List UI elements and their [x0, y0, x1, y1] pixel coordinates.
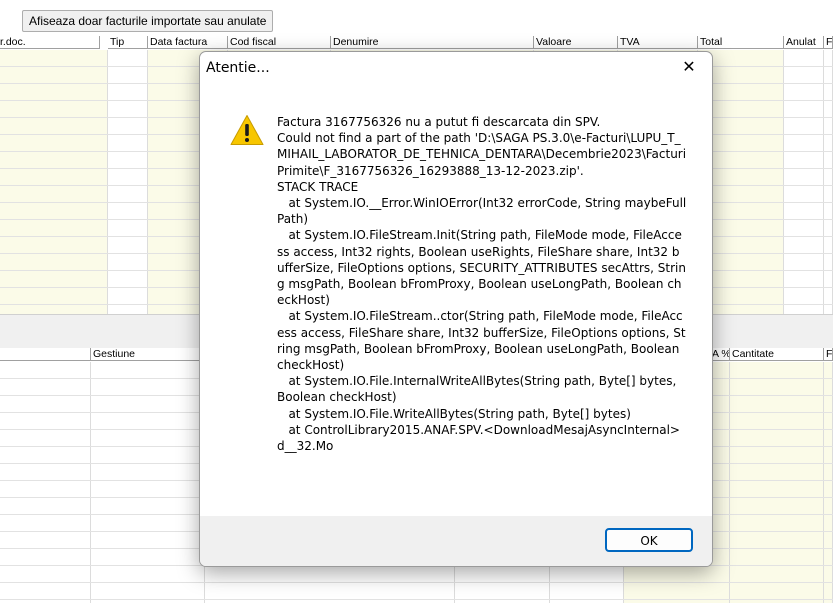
column-header[interactable]: Total	[698, 36, 784, 49]
error-dialog: Atentie... ✕ Factura 3167756326 nu a put…	[199, 51, 713, 567]
column-header[interactable]: F	[824, 36, 833, 49]
show-imported-or-canceled-button[interactable]: Afiseaza doar facturile importate sau an…	[22, 10, 274, 32]
column-header[interactable]: Data factura	[148, 36, 228, 49]
column-header[interactable]: TVA	[618, 36, 698, 49]
dialog-title-bar[interactable]: Atentie... ✕	[200, 52, 712, 84]
column-header[interactable]: Anulat	[784, 36, 824, 49]
column-header[interactable]: A %	[710, 348, 730, 361]
column-header[interactable]: Valoare	[534, 36, 618, 49]
dialog-title: Atentie...	[206, 60, 270, 76]
warning-icon	[230, 115, 264, 145]
dialog-body: Factura 3167756326 nu a putut fi descarc…	[200, 84, 712, 516]
column-header[interactable]: F	[824, 348, 833, 361]
close-icon: ✕	[682, 59, 696, 76]
close-button[interactable]: ✕	[666, 52, 712, 84]
ok-button[interactable]: OK	[605, 528, 693, 552]
column-header[interactable]: r.doc.	[0, 36, 100, 49]
column-header[interactable]	[0, 348, 91, 361]
error-message: Factura 3167756326 nu a putut fi descarc…	[277, 115, 687, 454]
column-header[interactable]: Denumire	[331, 36, 534, 49]
column-header[interactable]: Cantitate	[730, 348, 824, 361]
dialog-footer: OK	[200, 516, 712, 566]
column-header[interactable]: Tip	[108, 36, 148, 49]
column-header[interactable]: Cod fiscal	[228, 36, 331, 49]
column-header[interactable]: Gestiune	[91, 348, 205, 361]
